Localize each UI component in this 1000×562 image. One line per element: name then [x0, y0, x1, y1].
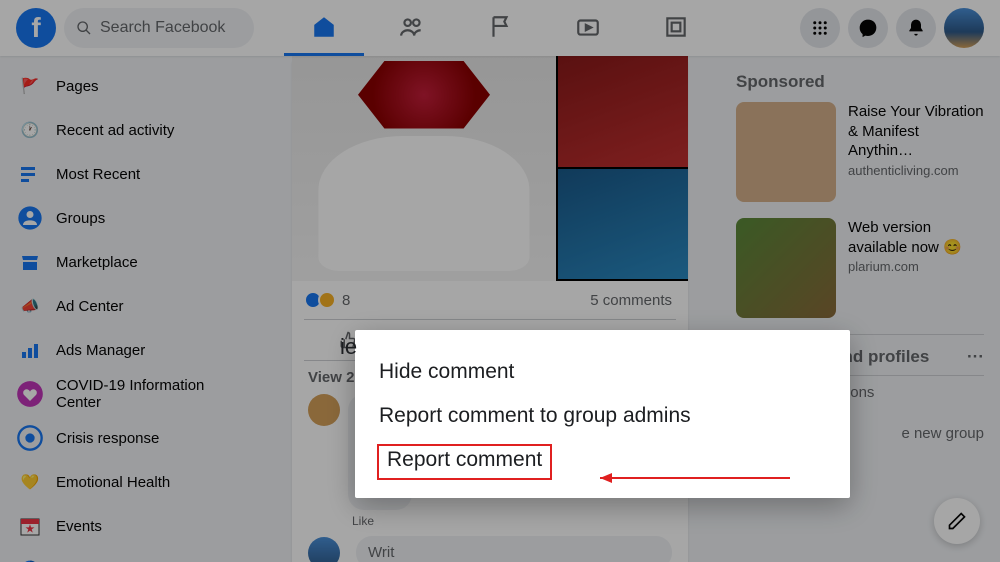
- truncated-text: ie: [340, 334, 357, 360]
- report-comment-option[interactable]: Report comment: [377, 444, 552, 480]
- hide-comment-option[interactable]: Hide comment: [355, 350, 850, 394]
- report-to-admins-option[interactable]: Report comment to group admins: [355, 394, 850, 438]
- annotation-arrow: [580, 468, 800, 488]
